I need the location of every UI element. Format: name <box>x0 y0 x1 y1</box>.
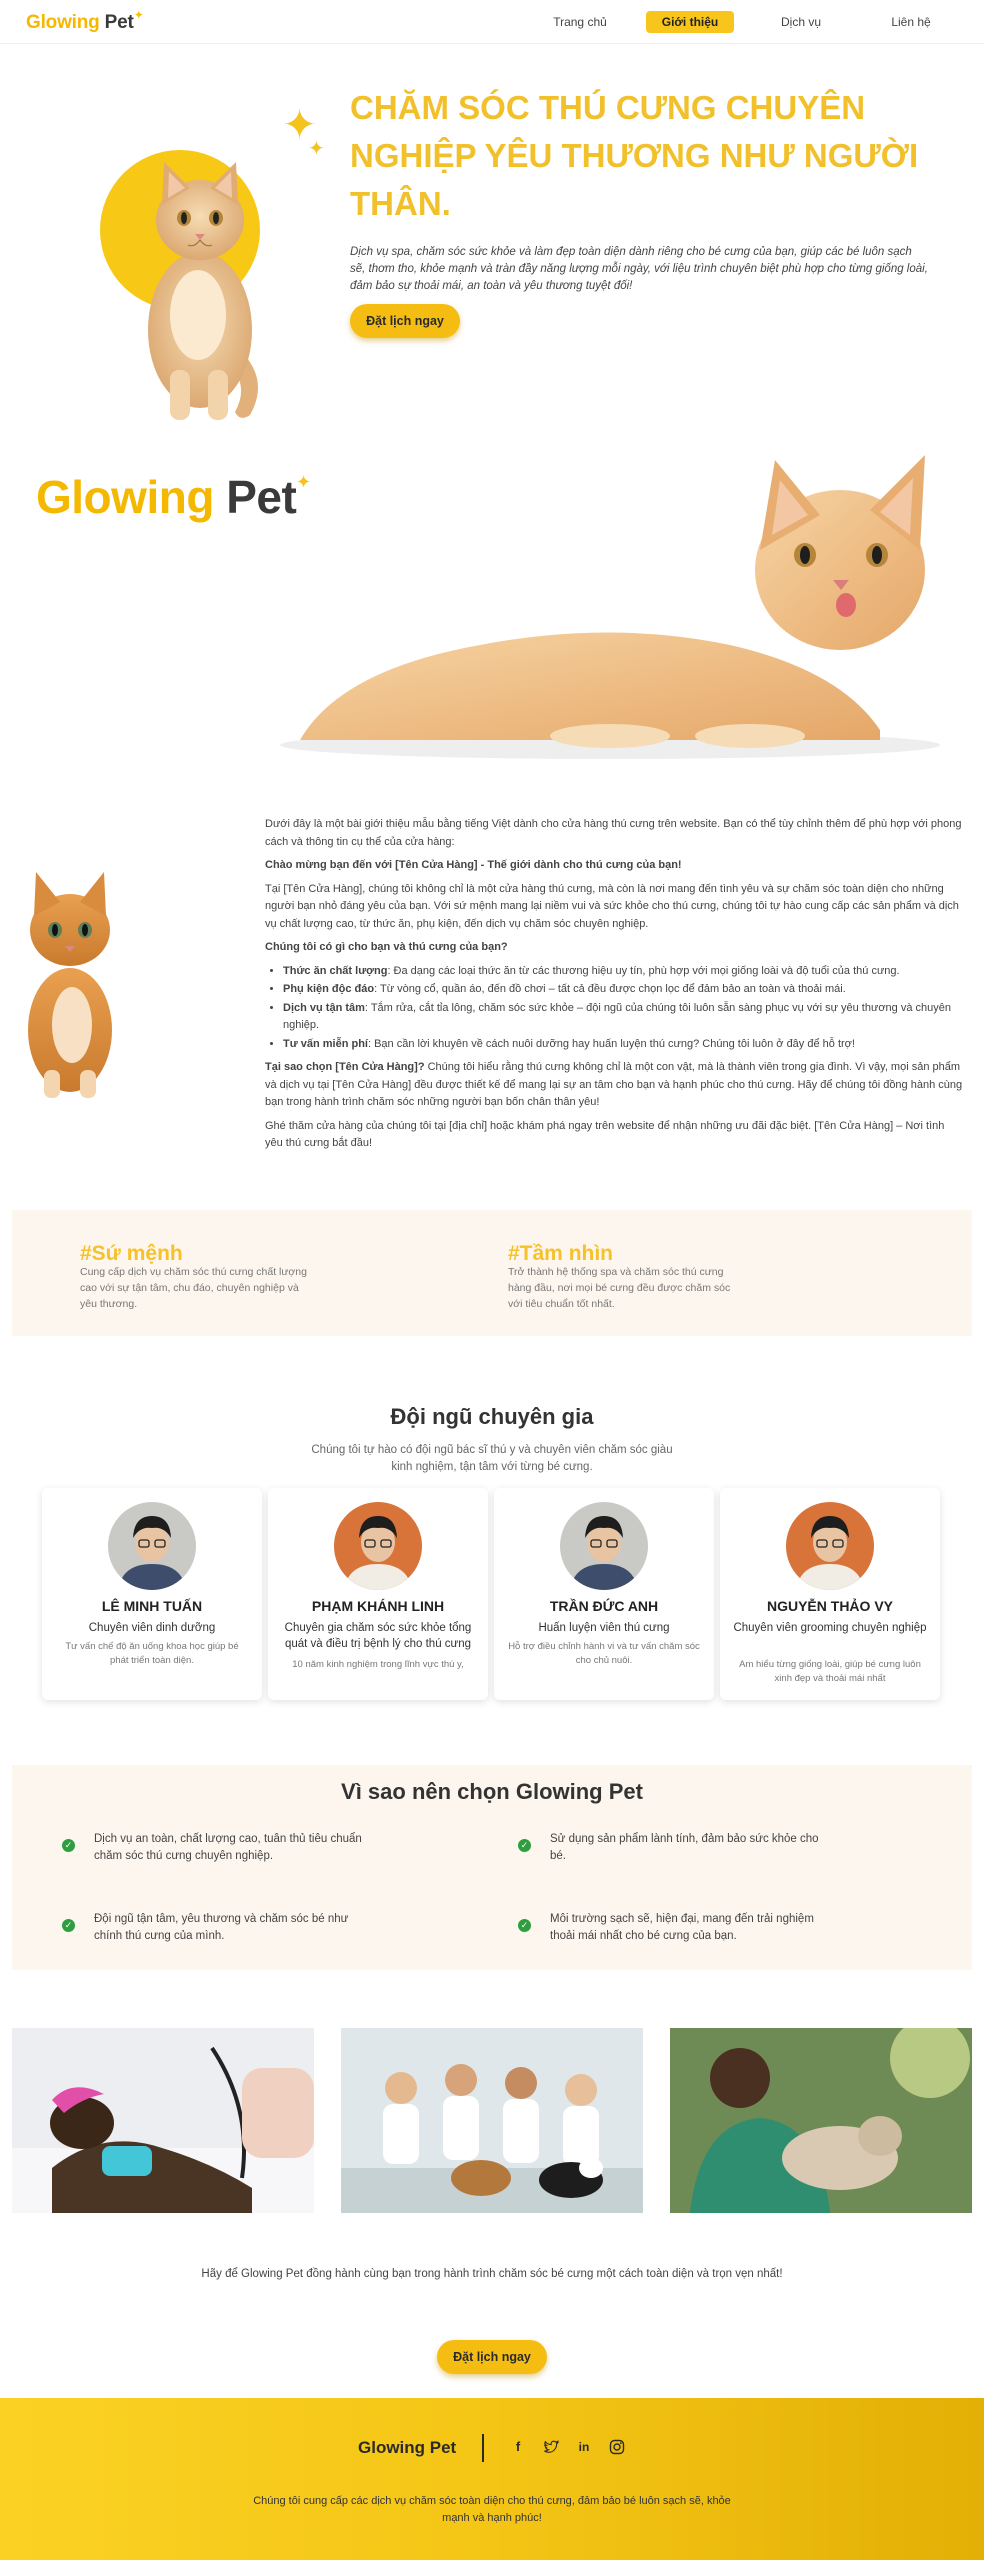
mission-text: Cung cấp dịch vụ chăm sóc thú cưng chất … <box>80 1266 307 1310</box>
article-why-label: Tại sao chọn [Tên Cửa Hàng]? <box>265 1061 425 1073</box>
linkedin-icon[interactable]: in <box>576 2439 592 2455</box>
offer-item: Dịch vụ tận tâm: Tắm rửa, cắt tỉa lông, … <box>283 1000 965 1035</box>
member-description: 10 năm kinh nghiệm trong lĩnh vực thú y, <box>292 1659 464 1670</box>
team-card[interactable]: NGUYỄN THẢO VY Chuyên viên grooming chuy… <box>720 1488 940 1700</box>
hero-book-button[interactable]: Đặt lịch ngay <box>350 304 460 338</box>
offer-label: Tư vấn miễn phí <box>283 1037 368 1050</box>
vision-title: #Tầm nhìn <box>508 1242 614 1265</box>
reason-text: Sử dụng sản phẩm lành tính, đảm bảo sức … <box>550 1833 819 1862</box>
reason-text: Dịch vụ an toàn, chất lượng cao, tuân th… <box>94 1833 362 1862</box>
mission-vision-section: #Sứ mệnh Cung cấp dịch vụ chăm sóc thú c… <box>12 1210 972 1336</box>
avatar <box>560 1502 648 1590</box>
member-role: Chuyên viên grooming chuyên nghiệp <box>733 1622 927 1634</box>
nav-item-about[interactable]: Giới thiệu <box>646 11 734 33</box>
why-section-title: Vì sao nên chọn Glowing Pet <box>341 1779 643 1804</box>
article-why-paragraph: Tại sao chọn [Tên Cửa Hàng]? Chúng tôi h… <box>265 1059 965 1112</box>
offer-label: Thức ăn chất lượng <box>283 964 388 977</box>
sparkle-icon: ✦ <box>308 138 325 160</box>
team-card[interactable]: LÊ MINH TUẤN Chuyên viên dinh dưỡng Tư v… <box>42 1488 262 1700</box>
instagram-icon[interactable] <box>609 2439 625 2455</box>
vet-cat-photo <box>670 2028 972 2213</box>
member-role: Chuyên gia chăm sóc sức khỏe tổng quát v… <box>284 1622 472 1650</box>
nav-item-services[interactable]: Dịch vụ <box>756 11 846 33</box>
why-choose-section: Vì sao nên chọn Glowing Pet ✓ Dịch vụ an… <box>12 1765 972 1970</box>
member-description: Hỗ trợ điều chỉnh hành vi và tư vấn chăm… <box>508 1641 700 1666</box>
hero-description: Dịch vụ spa, chăm sóc sức khỏe và làm đẹ… <box>350 246 928 292</box>
reason-text: Môi trường sạch sẽ, hiện đại, mang đến t… <box>550 1913 814 1942</box>
top-navbar: Glowing Pet ✦ Trang chủ Giới thiệu Dịch … <box>0 0 984 44</box>
member-name: LÊ MINH TUẤN <box>101 1598 203 1614</box>
team-section-title: Đội ngũ chuyên gia <box>390 1404 594 1429</box>
member-name: PHẠM KHÁNH LINH <box>311 1598 445 1614</box>
article-welcome-heading: Chào mừng bạn đến với [Tên Cửa Hàng] - T… <box>265 859 682 871</box>
article-visit: Ghé thăm cửa hàng của chúng tôi tại [địa… <box>265 1119 945 1150</box>
mission-title: #Sứ mệnh <box>80 1242 183 1265</box>
sparkle-icon: ✦ <box>133 8 144 22</box>
closing-text: Hãy để Glowing Pet đồng hành cùng bạn tr… <box>201 2268 783 2280</box>
member-name: TRẦN ĐỨC ANH <box>549 1598 659 1614</box>
footer-brand[interactable]: Glowing Pet <box>358 2438 456 2458</box>
closing-book-button[interactable]: Đặt lịch ngay <box>437 2340 547 2374</box>
facebook-icon[interactable]: f <box>510 2439 526 2455</box>
avatar <box>334 1502 422 1590</box>
brand-logo[interactable]: Glowing Pet ✦ <box>26 8 144 34</box>
avatar <box>108 1502 196 1590</box>
offer-text: : Bạn cần lời khuyên về cách nuôi dưỡng … <box>367 1037 855 1050</box>
offer-text: : Tắm rửa, cắt tỉa lông, chăm sóc sức kh… <box>283 1001 951 1032</box>
banner-brand-part1: Glowing <box>36 471 214 523</box>
article-paragraph: Tại [Tên Cửa Hàng], chúng tôi không chỉ … <box>265 882 959 930</box>
member-description: Am hiểu từng giống loài, giúp bé cưng lu… <box>739 1659 921 1684</box>
article-offer-heading: Chúng tôi có gì cho bạn và thú cưng của … <box>265 941 508 953</box>
offer-list: Thức ăn chất lượng: Đa dạng các loại thứ… <box>283 963 965 1054</box>
team-section-subtitle: Chúng tôi tự hào có đội ngũ bác sĩ thú y… <box>311 1444 673 1473</box>
offer-text: : Đa dạng các loại thức ăn từ các thương… <box>387 964 900 977</box>
member-role: Huấn luyện viên thú cưng <box>538 1622 670 1634</box>
offer-label: Phụ kiện độc đáo <box>283 983 375 995</box>
banner-kitten-image <box>280 455 940 759</box>
twitter-icon[interactable] <box>543 2439 560 2455</box>
team-card[interactable]: TRẦN ĐỨC ANH Huấn luyện viên thú cưng Hỗ… <box>494 1488 714 1700</box>
footer: Glowing Pet f in Chúng tôi cung cấp các … <box>0 2398 984 2560</box>
offer-item: Tư vấn miễn phí: Bạn cần lời khuyên về c… <box>283 1036 965 1054</box>
vet-team-photo <box>341 2028 643 2213</box>
member-role: Chuyên viên dinh dưỡng <box>88 1622 216 1634</box>
check-icon: ✓ <box>62 1919 75 1932</box>
avatar <box>786 1502 874 1590</box>
check-icon: ✓ <box>518 1919 531 1932</box>
offer-item: Thức ăn chất lượng: Đa dạng các loại thứ… <box>283 963 965 981</box>
vet-dog-photo <box>12 2028 314 2213</box>
banner-brand-logo: Glowing Pet <box>36 470 297 524</box>
brand-name-part1: Glowing <box>26 12 100 33</box>
footer-description: Chúng tôi cung cấp các dịch vụ chăm sóc … <box>253 2495 731 2524</box>
hero-title: CHĂM SÓC THÚ CƯNG CHUYÊN NGHIỆP YÊU THƯƠ… <box>350 89 919 222</box>
article-kitten-image <box>28 872 112 1098</box>
brand-name-part2: Pet <box>104 12 134 33</box>
vision-text: Trở thành hệ thống spa và chăm sóc thú c… <box>508 1266 731 1310</box>
footer-divider <box>482 2434 484 2462</box>
hero-cat-image <box>148 162 258 420</box>
offer-item: Phụ kiện độc đáo: Từ vòng cổ, quần áo, đ… <box>283 981 965 999</box>
nav-item-contact[interactable]: Liên hệ <box>866 11 956 33</box>
member-description: Tư vấn chế độ ăn uống khoa học giúp bé p… <box>65 1641 239 1666</box>
nav-item-home[interactable]: Trang chủ <box>535 11 625 33</box>
team-card[interactable]: PHẠM KHÁNH LINH Chuyên gia chăm sóc sức … <box>268 1488 488 1700</box>
reason-text: Đội ngũ tận tâm, yêu thương và chăm sóc … <box>94 1913 349 1942</box>
member-name: NGUYỄN THẢO VY <box>766 1598 893 1614</box>
about-article: Dưới đây là một bài giới thiệu mẫu bằng … <box>265 816 965 1159</box>
check-icon: ✓ <box>518 1839 531 1852</box>
article-intro: Dưới đây là một bài giới thiệu mẫu bằng … <box>265 818 962 848</box>
check-icon: ✓ <box>62 1839 75 1852</box>
offer-label: Dịch vụ tận tâm <box>283 1001 365 1014</box>
offer-text: : Từ vòng cổ, quần áo, đến đồ chơi – tất… <box>374 983 846 995</box>
